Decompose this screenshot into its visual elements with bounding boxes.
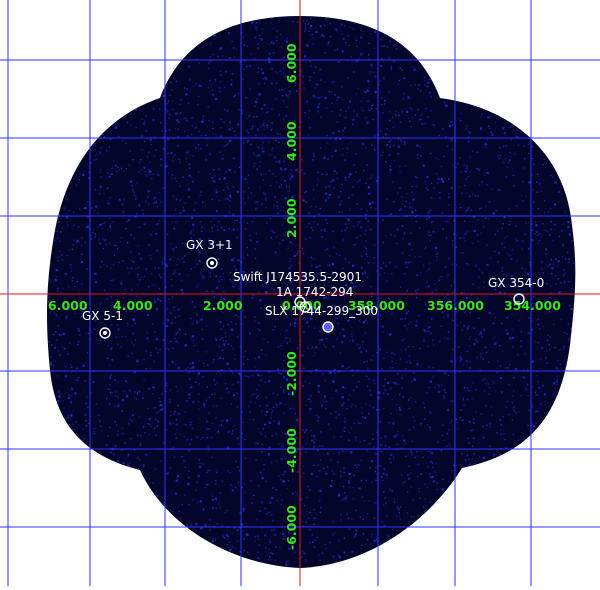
source-dot xyxy=(210,261,213,264)
source-marker-slx-1744-299[interactable] xyxy=(323,322,333,332)
lat-tick-label: 2.000 xyxy=(284,198,299,238)
source-circle xyxy=(323,322,333,332)
lat-tick-label: -2.000 xyxy=(284,351,299,396)
source-label-swift-j174535: Swift J174535.5-2901 xyxy=(233,270,362,284)
lat-tick-label: 4.000 xyxy=(284,121,299,161)
lat-tick-label: -4.000 xyxy=(284,428,299,473)
sky-map: 6.000 4.000 2.000 0.000 358.000 356.000 … xyxy=(0,0,600,586)
lon-tick-label: 354.000 xyxy=(504,298,561,313)
source-label-gx-3-1: GX 3+1 xyxy=(186,238,233,252)
lon-tick-label: 2.000 xyxy=(203,298,243,313)
source-label-gx-354-0: GX 354-0 xyxy=(488,276,544,290)
source-label-slx-1744-299: SLX 1744-299_300 xyxy=(265,304,378,318)
lat-tick-label: 6.000 xyxy=(284,43,299,83)
source-label-1a-1742-294: 1A 1742-294 xyxy=(276,285,353,299)
source-label-gx-5-1: GX 5-1 xyxy=(82,309,123,323)
sky-map-viewer[interactable]: 6.000 4.000 2.000 0.000 358.000 356.000 … xyxy=(0,0,600,586)
lat-tick-label: -6.000 xyxy=(284,505,299,550)
source-dot xyxy=(103,331,106,334)
lon-tick-label: 356.000 xyxy=(427,298,484,313)
